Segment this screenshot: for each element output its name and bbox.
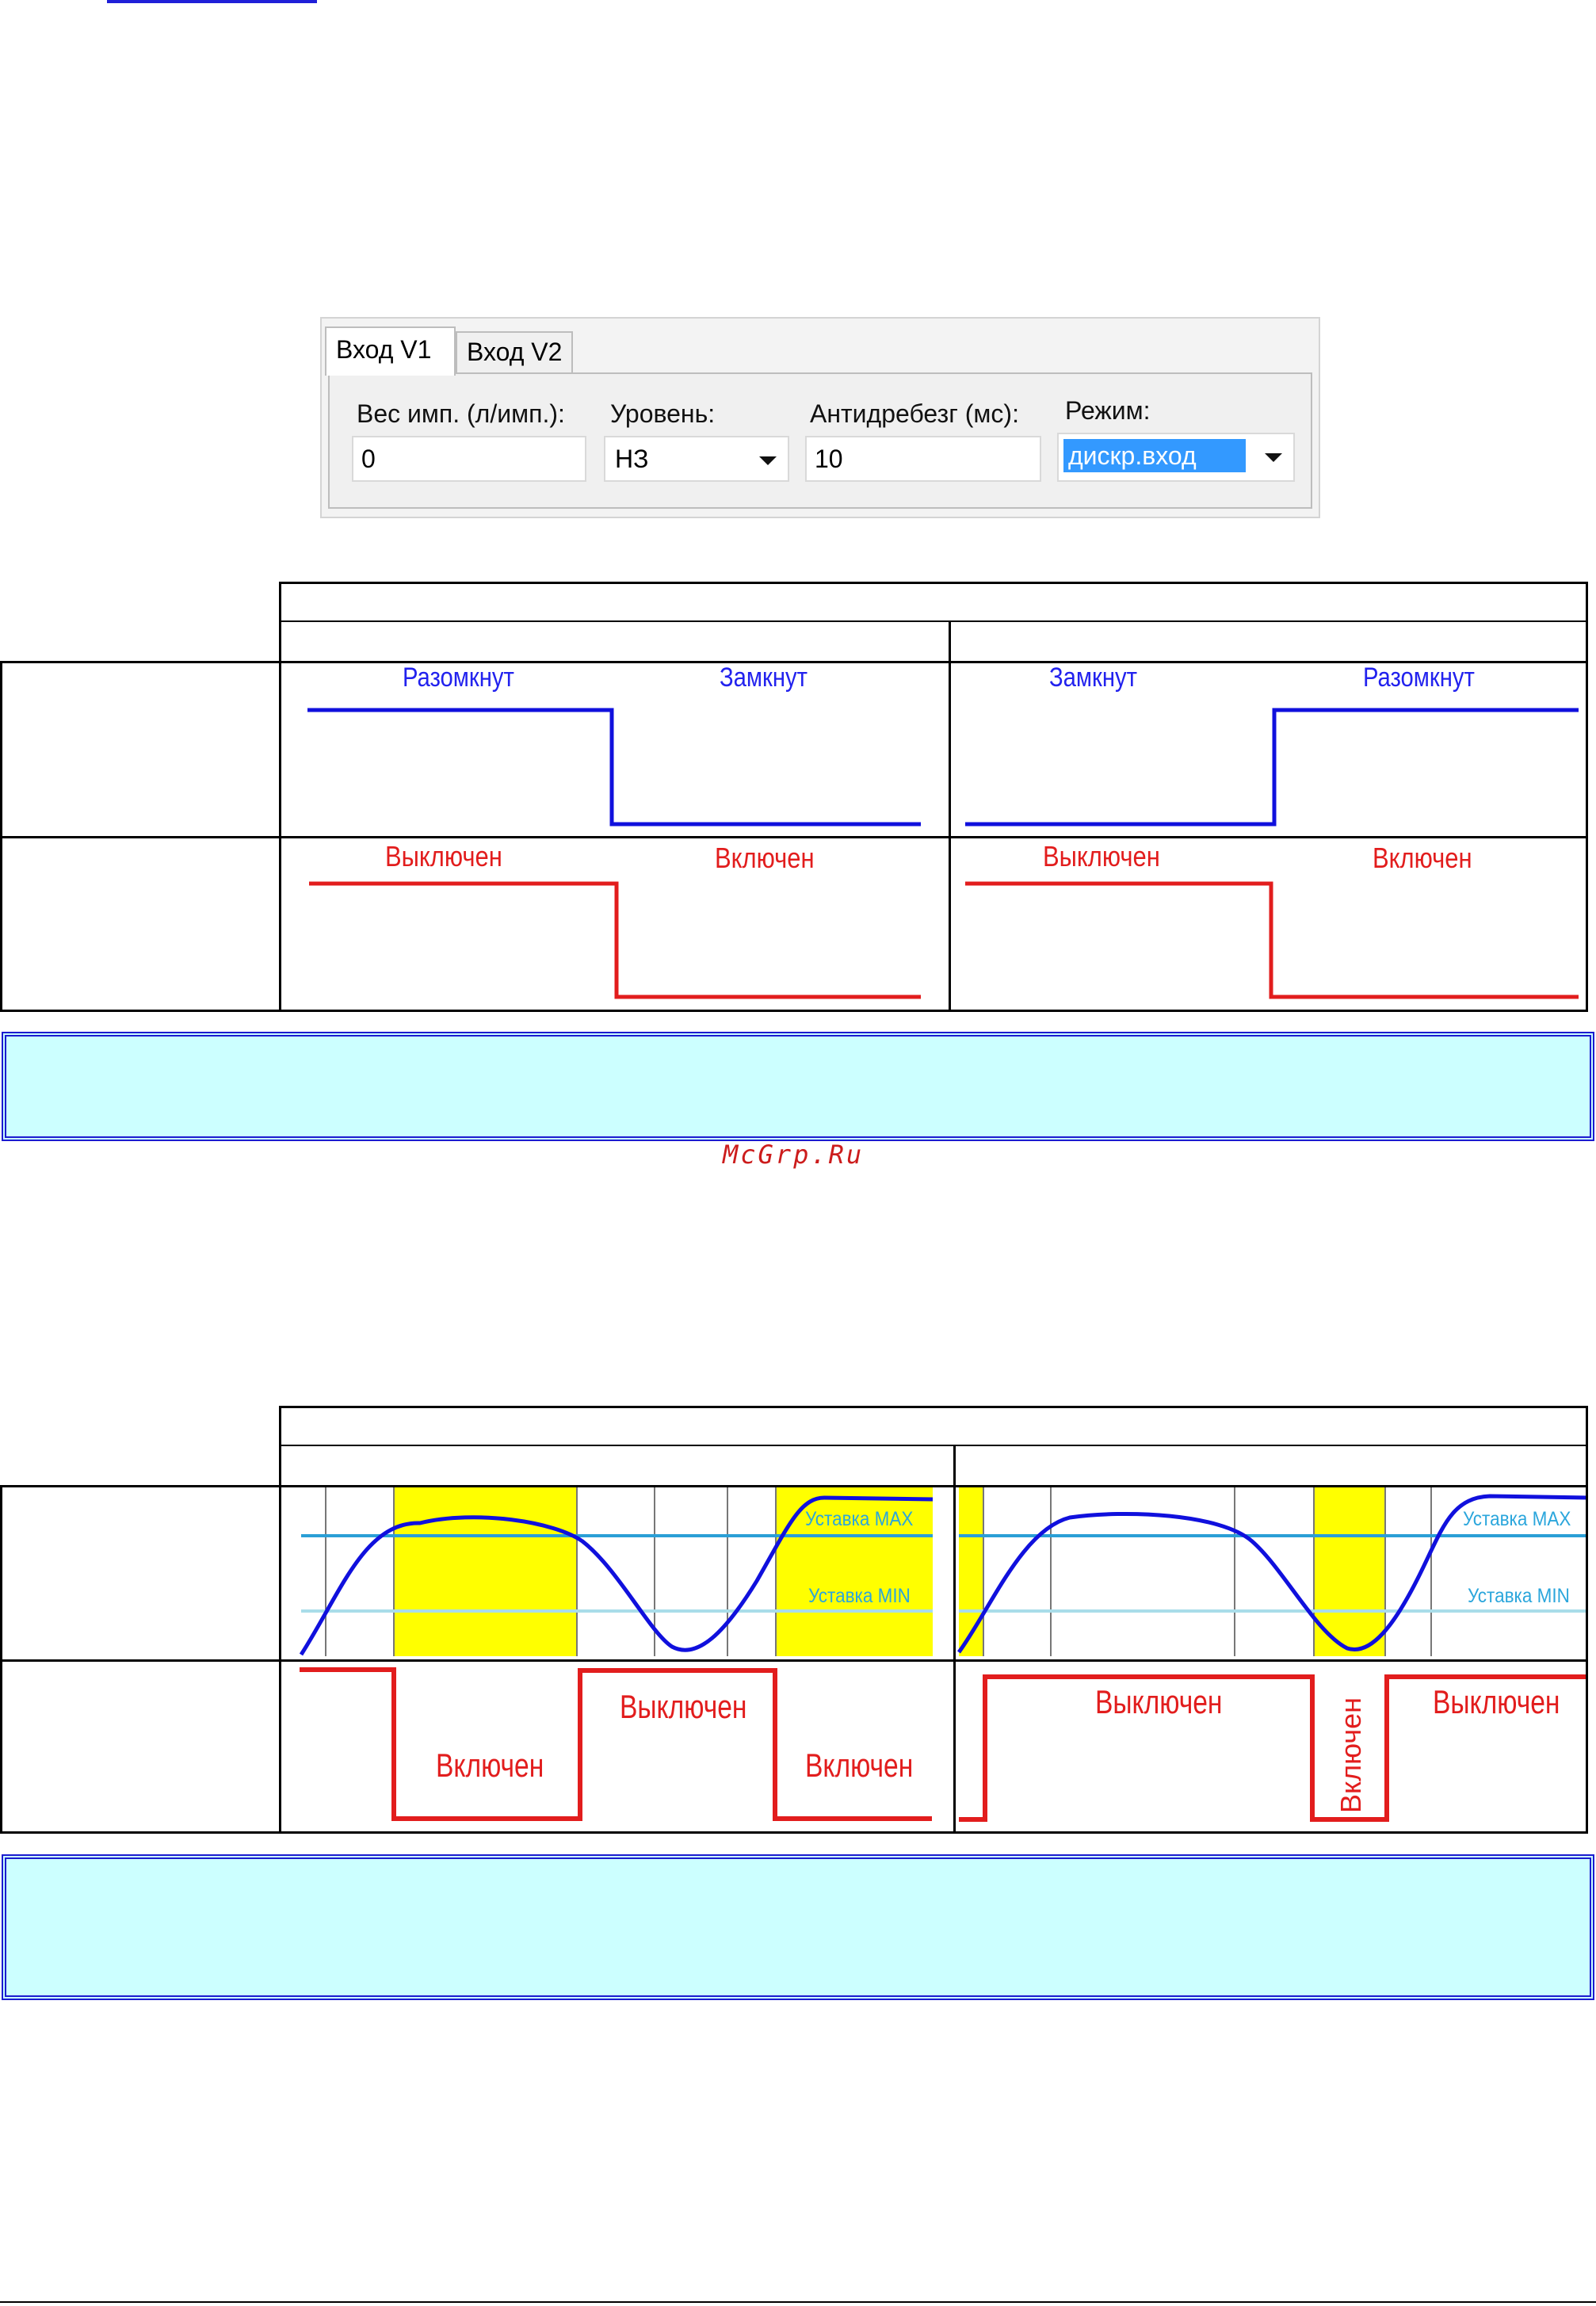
setpoint-max-label: Уставка MAX [805, 1508, 914, 1530]
label-off: Выключен [1095, 1683, 1223, 1720]
table-border [953, 1445, 956, 1834]
setpoint-min-label: Уставка MIN [808, 1585, 911, 1607]
tab-input-v1[interactable]: Вход V1 [325, 326, 456, 376]
highlight-zone [394, 1487, 577, 1656]
diagram-2-graphics [299, 1487, 1589, 1822]
table-border [1586, 1406, 1588, 1834]
label-off: Выключен [1433, 1683, 1560, 1720]
label-on-vertical: Включен [1334, 1697, 1367, 1813]
note-box [2, 1854, 1594, 2000]
table-border [0, 1485, 1588, 1487]
table-border [279, 1406, 281, 1834]
label-on: Включен [436, 1747, 544, 1784]
table-border [279, 1406, 1588, 1408]
page-bottom-rule [0, 2301, 1596, 2303]
table-border [279, 1445, 1588, 1446]
setpoint-min-label: Уставка MIN [1468, 1585, 1570, 1607]
table-border [0, 1659, 1588, 1662]
table-border [0, 1831, 1588, 1834]
output-state-line-left [300, 1667, 932, 1821]
label-off: Выключен [620, 1688, 747, 1725]
table-border [0, 1485, 2, 1834]
setpoint-max-label: Уставка MAX [1463, 1508, 1571, 1530]
label-on: Включен [805, 1747, 914, 1784]
